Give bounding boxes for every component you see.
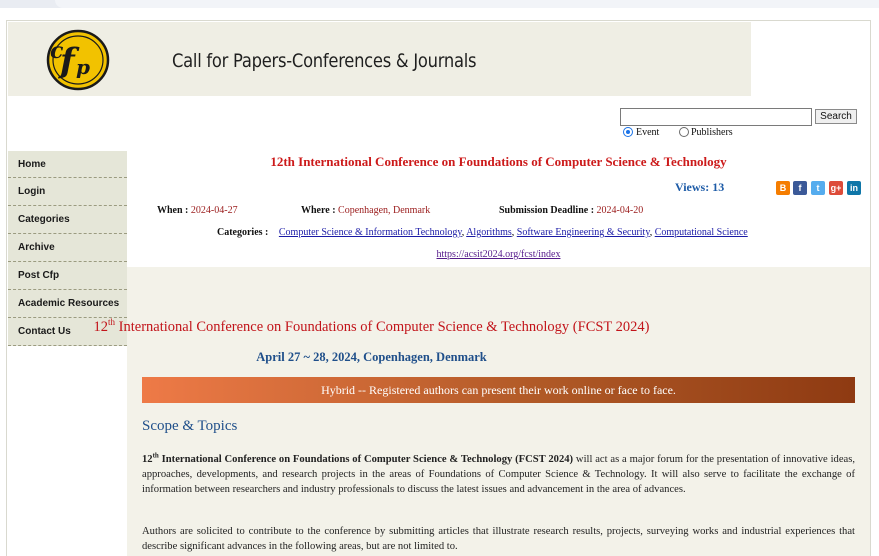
category-link[interactable]: Software Engineering & Security xyxy=(517,227,650,238)
views-label: Views: xyxy=(675,180,710,194)
where-value: Copenhagen, Denmark xyxy=(338,205,431,216)
intro-paragraph: 12th International Conference on Foundat… xyxy=(142,452,855,497)
radio-publishers-label: Publishers xyxy=(691,127,733,138)
blogger-icon[interactable]: B xyxy=(776,181,790,195)
deadline-label: Submission Deadline : xyxy=(499,205,595,216)
event-categories: Categories : Computer Science & Informat… xyxy=(217,227,748,238)
when-label: When : xyxy=(157,205,189,216)
intro-bold-title: 12th International Conference on Foundat… xyxy=(142,452,574,465)
intro-bold-number: 12 xyxy=(142,454,153,465)
categories-label: Categories : xyxy=(217,227,269,238)
event-details-panel xyxy=(127,267,870,556)
event-info-panel: 12th International Conference on Foundat… xyxy=(127,151,870,267)
linkedin-icon[interactable]: in xyxy=(847,181,861,195)
svg-text:c: c xyxy=(50,38,64,64)
browser-tab-area xyxy=(55,0,879,8)
svg-text:p: p xyxy=(76,55,90,79)
sidebar-item-academic-resources[interactable]: Academic Resources xyxy=(8,290,127,318)
category-link[interactable]: Computational Science xyxy=(655,227,748,238)
sidebar-item-home[interactable]: Home xyxy=(8,151,127,178)
deadline-value: 2024-04-20 xyxy=(596,205,644,216)
details-title-number: 12 xyxy=(93,318,109,335)
intro-bold-rest: International Conference on Foundations … xyxy=(158,454,574,465)
hybrid-notice-banner: Hybrid -- Registered authors can present… xyxy=(142,377,855,403)
category-link[interactable]: Computer Science & Information Technolog… xyxy=(279,227,462,238)
sidebar-item-post-cfp[interactable]: Post Cfp xyxy=(8,262,127,290)
search-button[interactable]: Search xyxy=(815,109,857,124)
details-title: 12th International Conference on Foundat… xyxy=(0,317,743,336)
when-value: 2024-04-27 xyxy=(190,205,238,216)
radio-publishers[interactable] xyxy=(679,127,689,137)
site-title: Call for Papers-Conferences & Journals xyxy=(172,50,477,72)
facebook-icon[interactable]: f xyxy=(793,181,807,195)
event-url-link[interactable]: https://acsit2024.org/fcst/index xyxy=(437,249,561,260)
details-title-suffix: th xyxy=(108,317,116,327)
sidebar-item-categories[interactable]: Categories xyxy=(8,206,127,234)
date-location: April 27 ~ 28, 2024, Copenhagen, Denmark xyxy=(256,350,487,364)
radio-event-label: Event xyxy=(636,127,660,138)
sidebar-item-login[interactable]: Login xyxy=(8,178,127,206)
sidebar-item-archive[interactable]: Archive xyxy=(8,234,127,262)
event-deadline: Submission Deadline : 2024-04-20 xyxy=(499,205,643,216)
browser-chrome-strip xyxy=(0,0,879,8)
event-when: When : 2024-04-27 xyxy=(157,205,238,216)
event-where: Where : Copenhagen, Denmark xyxy=(301,205,430,216)
where-label: Where : xyxy=(301,205,336,216)
radio-event[interactable] xyxy=(623,127,633,137)
event-url-row: https://acsit2024.org/fcst/index xyxy=(127,249,870,260)
twitter-icon[interactable]: t xyxy=(811,181,825,195)
event-title: 12th International Conference on Foundat… xyxy=(270,154,727,169)
scope-heading: Scope & Topics xyxy=(142,418,238,434)
views-counter: Views: 13 xyxy=(675,180,724,195)
search-input[interactable] xyxy=(620,108,812,126)
views-count: 13 xyxy=(712,180,725,194)
googleplus-icon[interactable]: g+ xyxy=(829,181,843,195)
cfp-logo[interactable]: f p c xyxy=(44,28,112,92)
category-link[interactable]: Algorithms xyxy=(466,227,512,238)
authors-paragraph: Authors are solicited to contribute to t… xyxy=(142,526,855,552)
details-title-rest: International Conference on Foundations … xyxy=(115,318,650,335)
